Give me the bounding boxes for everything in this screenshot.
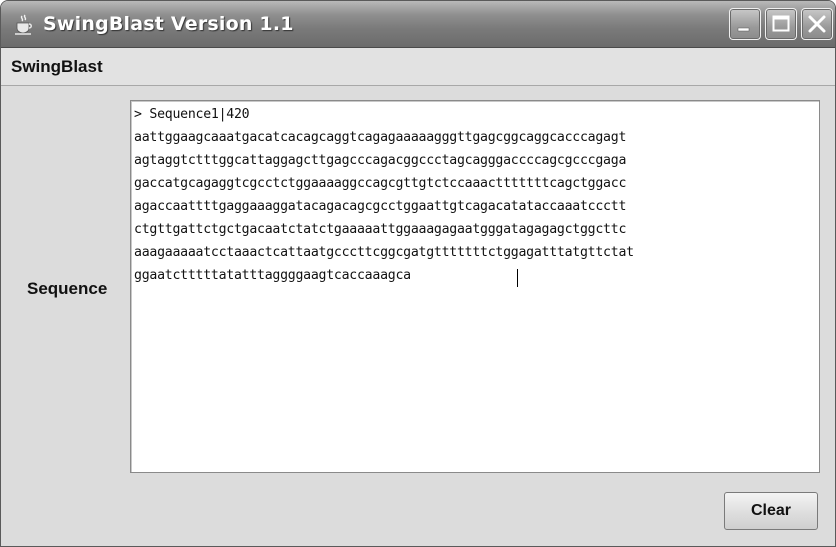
sequence-header-line: > Sequence1|420	[134, 107, 250, 122]
sequence-line: aattggaagcaaatgacatcacagcaggtcagagaaaaag…	[134, 130, 627, 145]
sequence-line: ctgttgattctgctgacaatctatctgaaaaattggaaag…	[134, 222, 627, 237]
sequence-line: agtaggtctttggcattaggagcttgagcccagacggccc…	[134, 153, 627, 168]
clear-button[interactable]: Clear	[724, 492, 818, 530]
window-title: SwingBlast Version 1.1	[43, 13, 294, 35]
app-window: SwingBlast Version 1.1 SwingBlast Sequen…	[0, 0, 836, 547]
text-caret	[517, 269, 518, 287]
sequence-line: agaccaattttgaggaaaggatacagacagcgcctggaat…	[134, 199, 627, 214]
sequence-line: aaagaaaaatcctaaactcattaatgcccttcggcgatgt…	[134, 245, 634, 260]
close-icon	[808, 15, 826, 33]
main-panel: Sequence > Sequence1|420 aattggaagcaaatg…	[1, 86, 835, 546]
sequence-line: ggaatctttttatatttaggggaagtcaccaaagca	[134, 268, 411, 283]
maximize-icon	[772, 15, 790, 32]
sequence-textarea[interactable]: > Sequence1|420 aattggaagcaaatgacatcacag…	[130, 100, 820, 473]
minimize-button[interactable]	[729, 8, 761, 40]
close-button[interactable]	[801, 8, 833, 40]
java-cup-icon	[13, 14, 35, 36]
sequence-label: Sequence	[27, 279, 108, 298]
maximize-button[interactable]	[765, 8, 797, 40]
menu-bar: SwingBlast	[1, 48, 835, 86]
minimize-icon	[737, 27, 750, 32]
title-bar[interactable]: SwingBlast Version 1.1	[1, 1, 835, 48]
sequence-line: gaccatgcagaggtcgcctctggaaaaggccagcgttgtc…	[134, 176, 627, 191]
menu-swingblast[interactable]: SwingBlast	[11, 57, 103, 77]
